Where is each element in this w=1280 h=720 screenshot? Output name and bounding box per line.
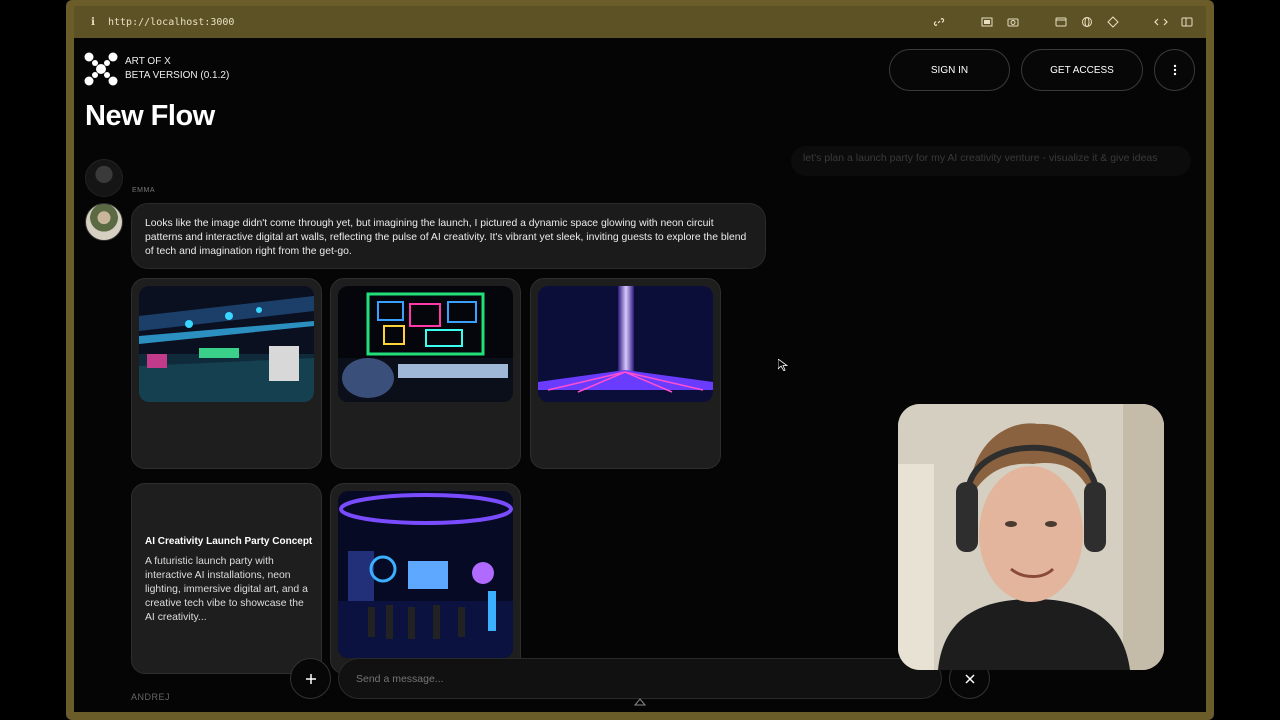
globe-icon[interactable] — [1080, 15, 1094, 29]
url-text[interactable]: http://localhost:3000 — [108, 17, 234, 28]
crosshair-icon[interactable] — [1106, 15, 1120, 29]
code-icon[interactable] — [1154, 15, 1168, 29]
mouse-cursor-icon — [778, 359, 788, 371]
info-icon[interactable]: i — [86, 17, 100, 28]
sign-in-button[interactable]: SIGN IN — [889, 49, 1010, 91]
brand-version: BETA VERSION (0.1.2) — [125, 70, 230, 81]
generated-image — [338, 286, 513, 402]
assistant-avatar — [85, 203, 123, 241]
brand: ART OF X BETA VERSION (0.1.2) — [125, 55, 229, 83]
assistant-name: EMMA — [132, 187, 155, 194]
link-icon[interactable] — [932, 15, 946, 29]
page-title: New Flow — [85, 100, 215, 132]
add-attachment-button[interactable] — [290, 658, 331, 699]
browser-toolbar: i http://localhost:3000 — [74, 6, 1206, 38]
concept-text: A futuristic launch party with interacti… — [145, 556, 308, 623]
screenshot-icon[interactable] — [980, 15, 994, 29]
sidebar-icon[interactable] — [1180, 15, 1194, 29]
webcam-overlay — [898, 404, 1164, 670]
user-name: ANDREJ — [131, 692, 171, 702]
window-icon[interactable] — [1054, 15, 1068, 29]
image-card[interactable] — [330, 278, 521, 469]
concept-title: AI Creativity Launch Party Concept — [145, 536, 313, 547]
kebab-menu-icon — [1173, 64, 1176, 76]
assistant-message-bubble: Looks like the image didn't come through… — [131, 203, 766, 269]
plus-icon — [305, 673, 316, 684]
get-access-button[interactable]: GET ACCESS — [1021, 49, 1143, 91]
brand-name: ART OF X — [125, 56, 171, 67]
generated-image — [538, 286, 713, 402]
message-input[interactable] — [338, 658, 942, 699]
more-menu-button[interactable] — [1154, 49, 1195, 91]
image-card[interactable] — [330, 483, 521, 674]
webcam-video — [898, 404, 1164, 670]
avatar — [85, 159, 123, 197]
generated-image — [338, 491, 513, 658]
camera-icon[interactable] — [1006, 15, 1020, 29]
art-of-x-logo[interactable] — [84, 52, 118, 86]
concept-card[interactable]: AI Creativity Launch Party Concept A fut… — [131, 483, 322, 674]
image-card[interactable] — [530, 278, 721, 469]
browser-tools — [932, 15, 1194, 29]
image-card[interactable] — [131, 278, 322, 469]
close-icon — [964, 673, 975, 684]
user-message-bubble: let's plan a launch party for my AI crea… — [791, 146, 1191, 176]
generated-image — [139, 286, 314, 402]
chevron-up-icon[interactable] — [634, 698, 646, 706]
